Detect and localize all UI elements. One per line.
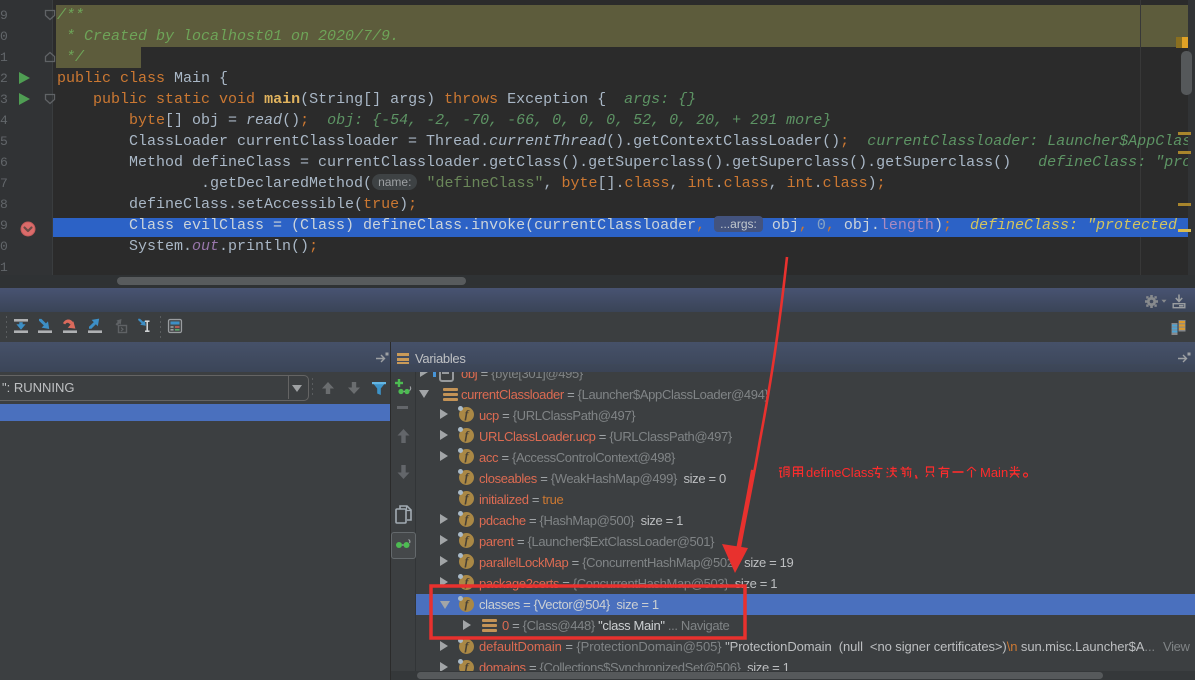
svg-text:defineClass: defineClass bbox=[806, 465, 874, 480]
svg-text:Main: Main bbox=[980, 465, 1008, 480]
